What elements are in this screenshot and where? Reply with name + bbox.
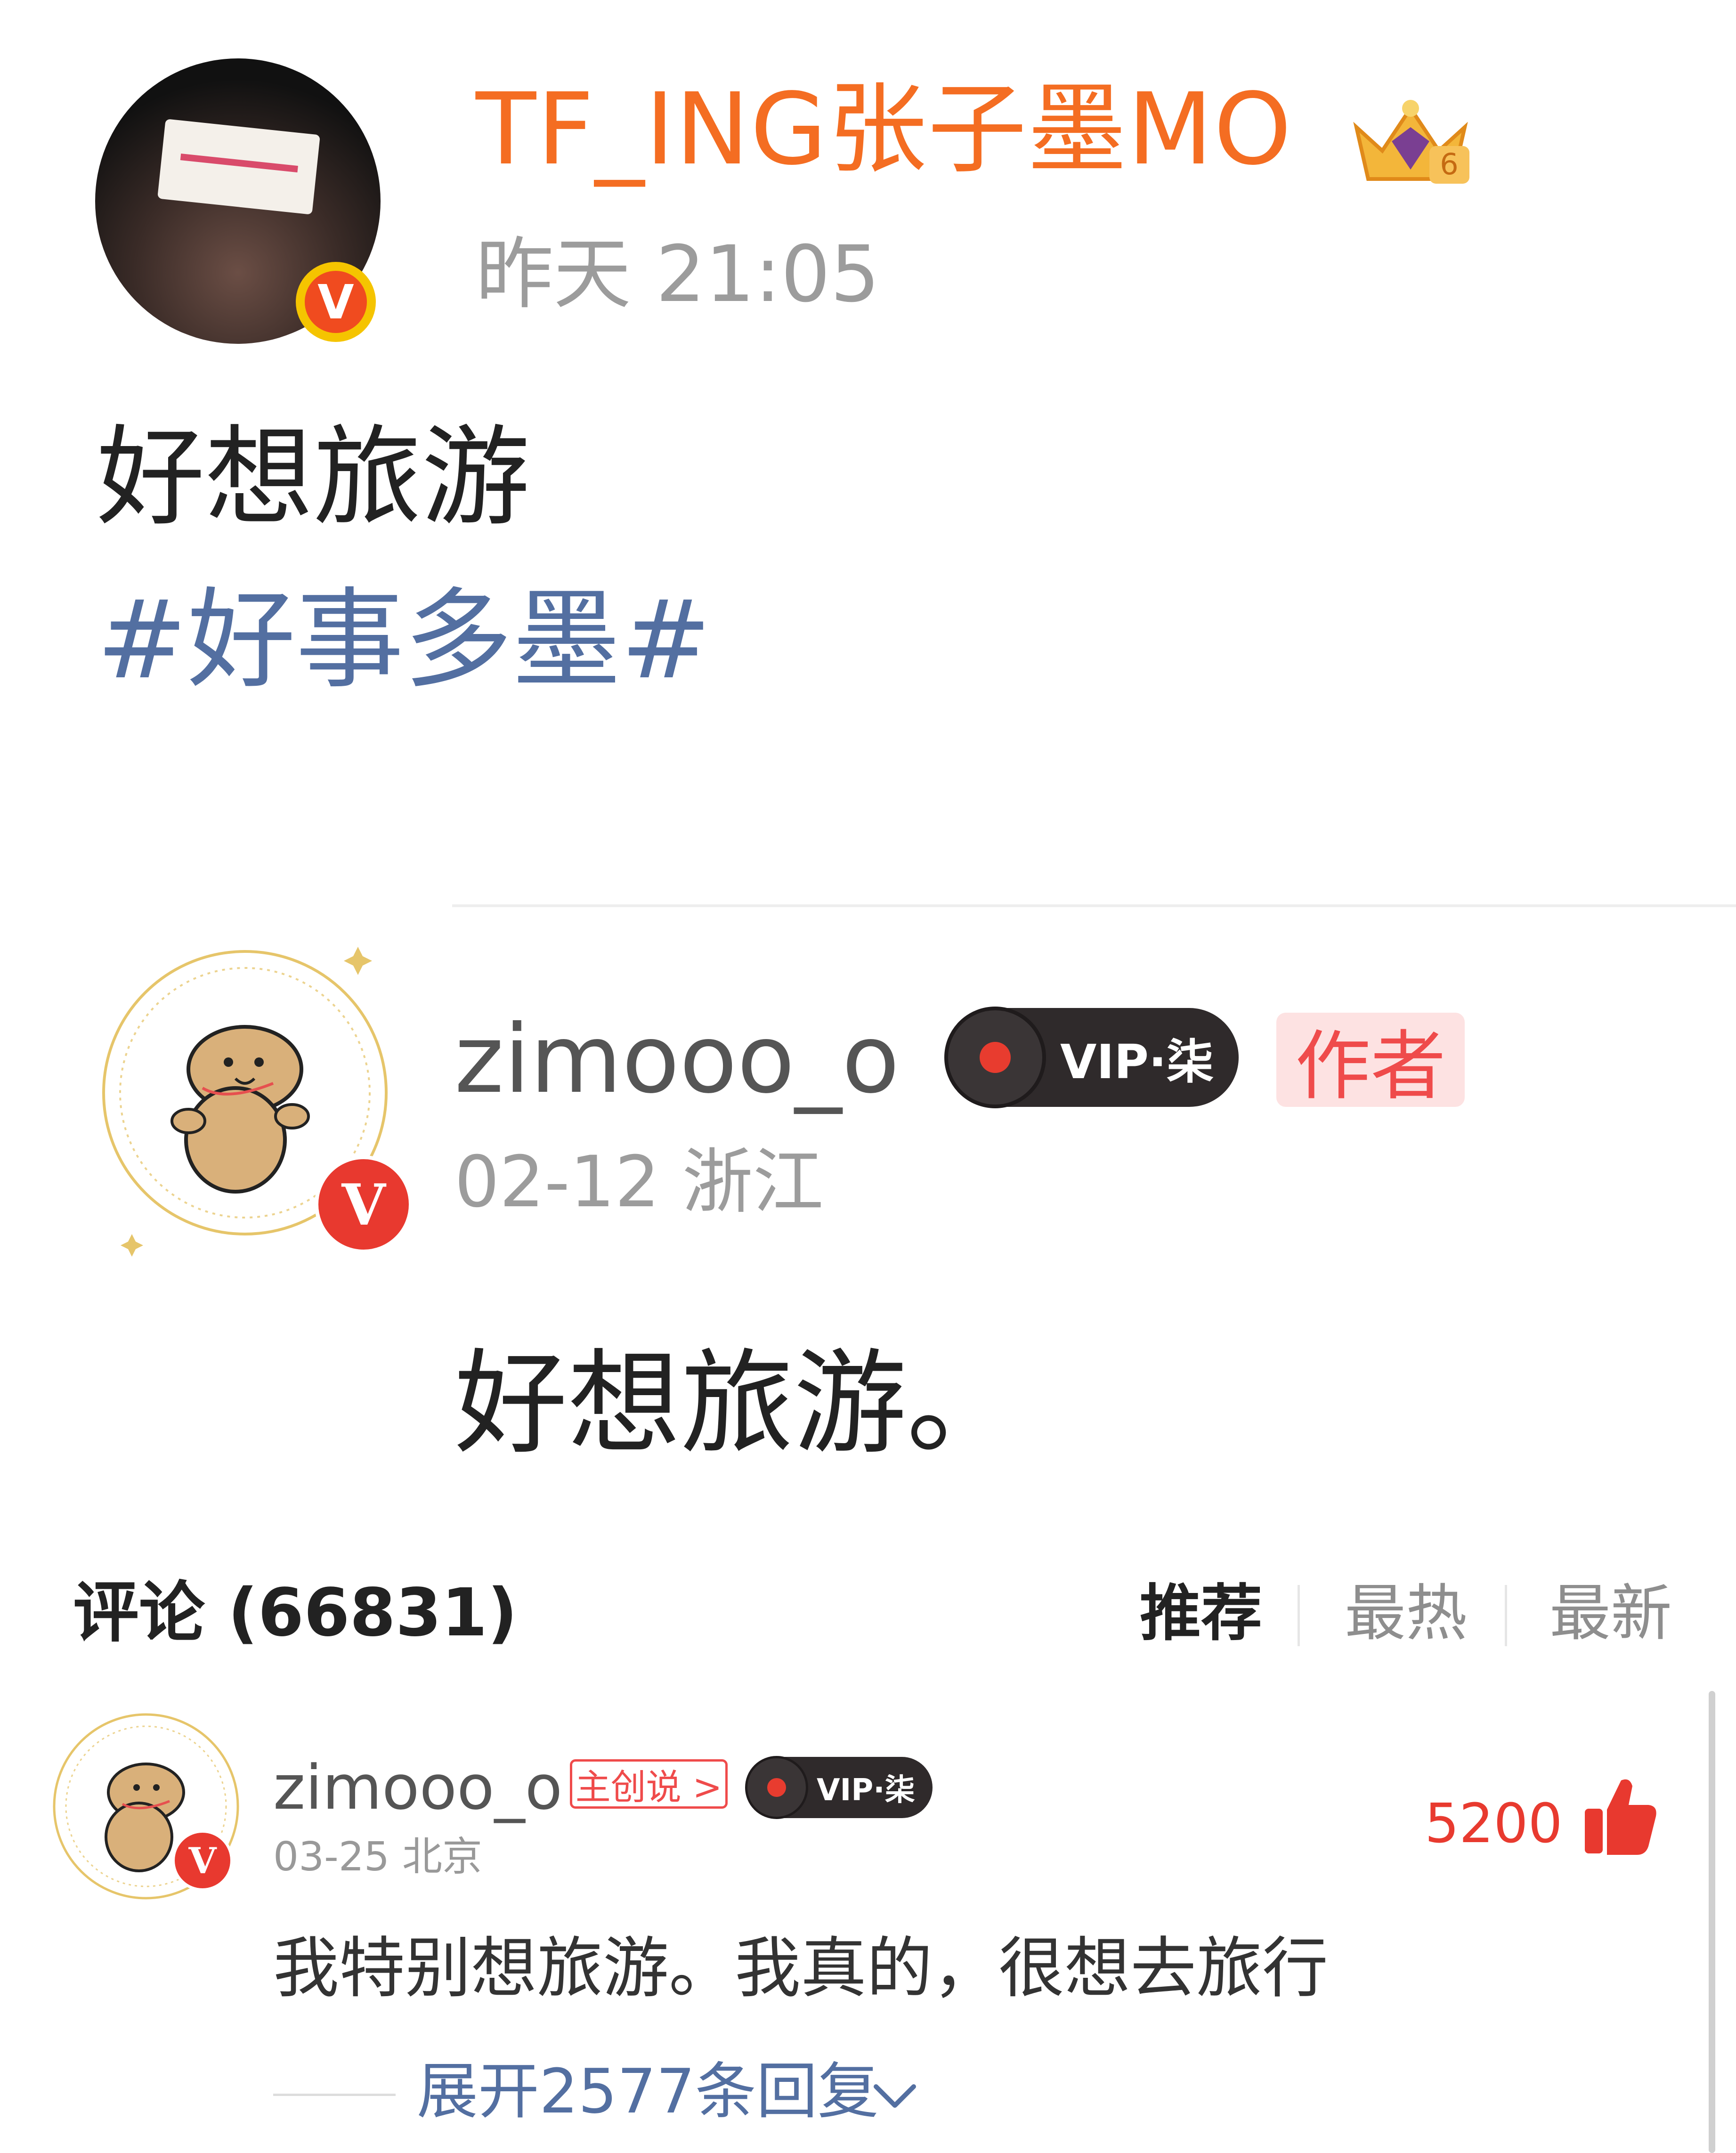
verified-badge: V: [296, 262, 376, 342]
verified-v-icon: V: [315, 1155, 413, 1253]
vip-label: VIP·柒: [817, 1773, 915, 1808]
tab-new[interactable]: 最新: [1549, 1583, 1672, 1644]
vip-label: VIP·柒: [1060, 1034, 1214, 1089]
svg-text:V: V: [188, 1840, 218, 1882]
creator-says-tag[interactable]: 主创说 >: [570, 1759, 728, 1809]
author-name[interactable]: TF_ING张子墨MO: [476, 80, 1292, 179]
scrollbar[interactable]: [1709, 1691, 1715, 2153]
comments-count-title: 评论 (66831): [73, 1575, 518, 1651]
quoted-author-name[interactable]: zimooo_o: [454, 1013, 900, 1107]
reply-divider: [273, 2094, 396, 2096]
comment-text: 我特别想旅游。我真的，很想去旅行: [273, 1930, 1329, 2007]
divider: [452, 904, 1736, 907]
tab-separator: [1298, 1585, 1300, 1646]
quoted-text: 好想旅游。: [454, 1338, 1020, 1470]
author-tag: 作者: [1276, 1013, 1465, 1110]
comment-meta: 03-25 北京: [273, 1834, 483, 1880]
tab-recommend[interactable]: 推荐: [1140, 1583, 1262, 1644]
vinyl-disc-icon: [944, 1007, 1046, 1108]
thumbs-up-icon[interactable]: [1582, 1776, 1658, 1856]
vip-badge[interactable]: VIP·柒: [944, 1007, 1239, 1108]
post-text: 好想旅游: [97, 415, 530, 541]
post-time: 昨天 21:05: [476, 229, 880, 319]
crown-icon[interactable]: 6: [1347, 89, 1474, 188]
hat-label-graphic: [157, 119, 320, 215]
topic-link[interactable]: #好事多墨#: [97, 586, 711, 695]
commenter-name[interactable]: zimooo_o: [273, 1757, 562, 1818]
verified-v-icon: V: [305, 271, 367, 333]
tab-hot[interactable]: 最热: [1345, 1583, 1467, 1644]
svg-text:V: V: [341, 1172, 386, 1238]
tab-separator: [1505, 1585, 1507, 1646]
quoted-meta: 02-12 浙江: [454, 1141, 824, 1223]
expand-replies-link[interactable]: 展开2577条回复: [417, 2061, 879, 2122]
chevron-down-icon[interactable]: [869, 2070, 921, 2122]
commenter-avatar[interactable]: V: [47, 1707, 254, 1915]
like-count: 5200: [1425, 1792, 1563, 1855]
svg-text:6: 6: [1440, 147, 1458, 181]
vip-badge[interactable]: VIP·柒: [745, 1756, 933, 1819]
vinyl-disc-icon: [745, 1756, 808, 1819]
